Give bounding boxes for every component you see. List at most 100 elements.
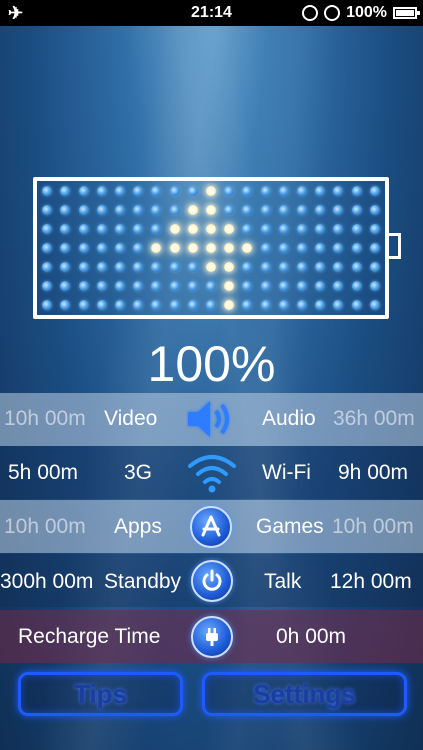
battery-led <box>42 186 53 197</box>
battery-led <box>60 186 71 197</box>
battery-led <box>151 261 162 272</box>
settings-button[interactable]: Settings <box>202 672 407 716</box>
battery-led <box>278 280 289 291</box>
battery-led <box>351 224 362 235</box>
battery-led <box>297 224 308 235</box>
battery-led <box>278 261 289 272</box>
status-battery-icon <box>393 7 420 19</box>
recharge-label: Recharge Time <box>18 625 161 648</box>
battery-led <box>187 261 198 272</box>
battery-led <box>42 261 53 272</box>
battery-led <box>151 280 162 291</box>
plug-icon <box>191 616 233 658</box>
battery-led <box>151 299 162 310</box>
audio-label: Audio <box>262 407 316 430</box>
battery-led <box>224 186 235 197</box>
battery-led <box>60 224 71 235</box>
battery-led <box>169 280 180 291</box>
battery-led <box>351 280 362 291</box>
battery-led <box>96 205 107 216</box>
battery-led <box>242 224 253 235</box>
battery-led <box>42 242 53 253</box>
battery-led <box>315 261 326 272</box>
tips-button[interactable]: Tips <box>18 672 183 716</box>
battery-led <box>242 205 253 216</box>
battery-led <box>333 261 344 272</box>
battery-terminal <box>389 233 401 259</box>
battery-led <box>297 205 308 216</box>
video-time: 10h 00m <box>4 407 86 430</box>
battery-led <box>315 224 326 235</box>
battery-led <box>351 242 362 253</box>
talk-label: Talk <box>264 570 302 593</box>
battery-led <box>114 261 125 272</box>
battery-led <box>114 299 125 310</box>
battery-led <box>187 299 198 310</box>
row-standby-talk: 300h 00m Standby Talk 12h 00m <box>0 554 423 607</box>
wifi-label: Wi-Fi <box>262 461 311 484</box>
battery-led <box>60 261 71 272</box>
battery-led <box>224 224 235 235</box>
apps-label: Apps <box>114 515 162 538</box>
recharge-time: 0h 00m <box>276 625 347 648</box>
battery-led <box>78 280 89 291</box>
battery-led <box>278 224 289 235</box>
alarm-clock-icon <box>324 5 341 21</box>
battery-led <box>114 224 125 235</box>
battery-led <box>151 224 162 235</box>
battery-led <box>224 299 235 310</box>
battery-led <box>42 224 53 235</box>
battery-led <box>242 186 253 197</box>
battery-led <box>169 242 180 253</box>
battery-led <box>205 280 216 291</box>
battery-led <box>78 224 89 235</box>
battery-led <box>333 299 344 310</box>
battery-led <box>96 224 107 235</box>
battery-led <box>96 186 107 197</box>
battery-led <box>96 242 107 253</box>
battery-led <box>369 205 380 216</box>
battery-led <box>169 224 180 235</box>
battery-led <box>133 299 144 310</box>
battery-percent-label: 100% <box>147 336 276 392</box>
battery-led <box>42 299 53 310</box>
battery-led <box>42 205 53 216</box>
talk-time: 12h 00m <box>330 570 412 593</box>
row-3g-wifi: 5h 00m 3G Wi-Fi 9h 00m <box>0 446 423 499</box>
battery-led <box>224 261 235 272</box>
battery-led <box>205 205 216 216</box>
battery-led <box>78 261 89 272</box>
speaker-icon <box>186 397 238 441</box>
battery-led <box>133 205 144 216</box>
battery-led <box>169 205 180 216</box>
battery-led <box>187 186 198 197</box>
battery-led <box>133 261 144 272</box>
battery-led <box>96 280 107 291</box>
row-video-audio: 10h 00m Video Audio 36h 00m <box>0 393 423 446</box>
standby-label: Standby <box>104 570 182 593</box>
battery-led <box>169 186 180 197</box>
battery-led <box>260 205 271 216</box>
battery-led <box>260 242 271 253</box>
battery-led <box>205 261 216 272</box>
status-bar: ✈ 21:14 100% <box>0 0 423 26</box>
battery-led <box>297 299 308 310</box>
battery-led <box>278 205 289 216</box>
row-apps-games: 10h 00m Apps Games 10h 00m <box>0 500 423 553</box>
app-store-icon <box>190 506 232 548</box>
battery-led <box>333 224 344 235</box>
battery-led <box>297 261 308 272</box>
battery-led <box>351 261 362 272</box>
battery-led <box>260 186 271 197</box>
wifi-icon <box>184 450 240 494</box>
battery-led <box>151 242 162 253</box>
battery-led <box>151 186 162 197</box>
status-right: 100% <box>302 4 420 22</box>
battery-led <box>260 280 271 291</box>
battery-led <box>187 205 198 216</box>
battery-led <box>333 186 344 197</box>
battery-led <box>169 261 180 272</box>
battery-led <box>60 242 71 253</box>
battery-led <box>224 242 235 253</box>
battery-led <box>315 205 326 216</box>
